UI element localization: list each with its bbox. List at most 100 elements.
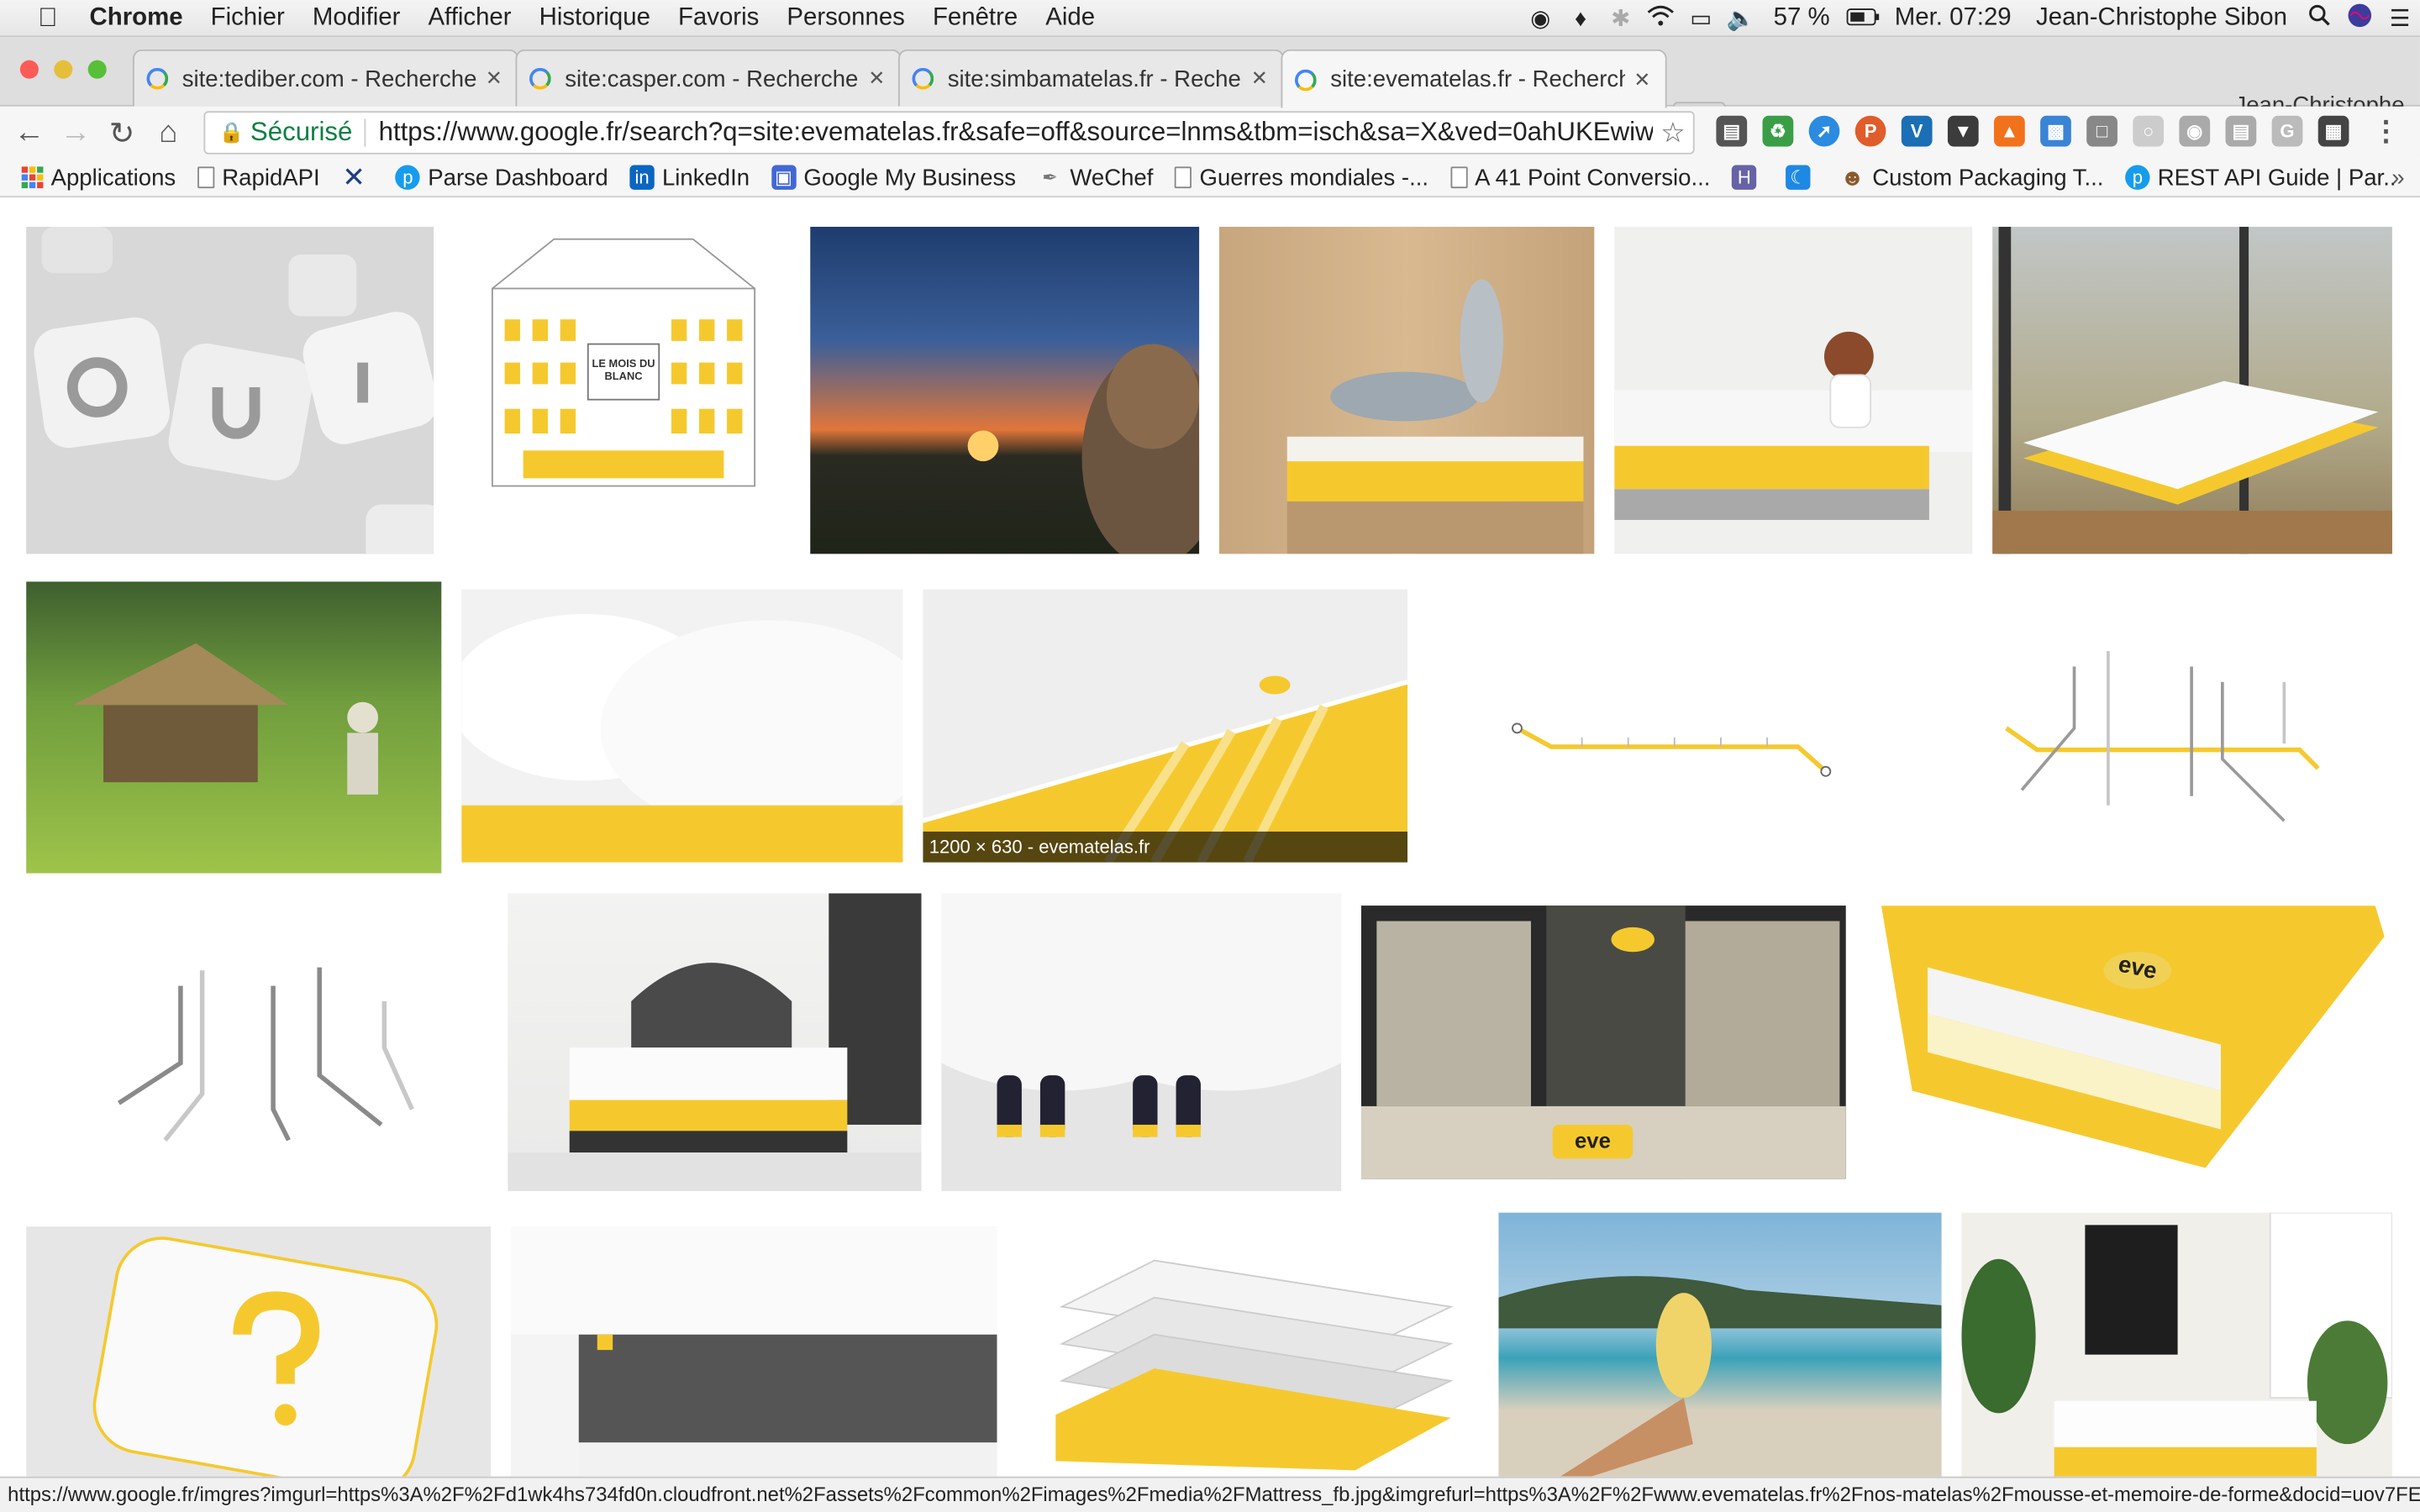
menu-fenetre[interactable]: Fenêtre	[933, 4, 1036, 32]
volume-icon[interactable]: 🔈	[1721, 5, 1761, 32]
image-result-metro-map[interactable]	[1913, 589, 2392, 863]
bookmark-star-icon[interactable]: ☆	[1653, 117, 1693, 150]
bookmark-label: Parse Dashboard	[428, 164, 608, 191]
bookmark-rapidapi[interactable]: RapidAPI	[197, 165, 320, 191]
image-result-rice-field[interactable]	[26, 581, 442, 874]
apple-menu-icon[interactable]: 	[0, 3, 96, 34]
image-result-metro-map-grey[interactable]	[26, 893, 487, 1191]
camera-extension-icon[interactable]: ◉	[2179, 115, 2211, 147]
bookmark-guerres-mondiales[interactable]: Guerres mondiales -...	[1175, 165, 1428, 191]
compass-extension-icon[interactable]: ➚	[1808, 115, 1840, 147]
menu-app-chrome[interactable]: Chrome	[90, 4, 202, 32]
bookmark-custom-packaging[interactable]: ☻ Custom Packaging T...	[1840, 165, 2104, 191]
image-result-bedroom-plants[interactable]	[1961, 1212, 2392, 1477]
image-result-mois-du-blanc[interactable]: LE MOIS DU BLANC	[461, 226, 786, 554]
bookmarks-bar: Applications RapidAPI ✕ p Parse Dashboar…	[0, 159, 2420, 198]
image-result-eve-store[interactable]: eve	[1360, 906, 1846, 1179]
bookmark-applications[interactable]: Applications	[21, 164, 176, 191]
g-extension-icon[interactable]: G	[2271, 115, 2303, 147]
gray-extension-icon[interactable]: □	[2086, 115, 2118, 147]
image-result-mattress-bedroom[interactable]	[508, 893, 922, 1191]
image-result-simple-line-map[interactable]	[1427, 589, 1891, 863]
close-tab-icon[interactable]: ✕	[1249, 66, 1270, 91]
bluetooth-icon[interactable]: ✱	[1601, 5, 1641, 32]
bookmark-parse-dashboard[interactable]: p Parse Dashboard	[395, 164, 608, 191]
pocket-extension-icon[interactable]: ▼	[1947, 115, 1979, 147]
circle-extension-icon[interactable]: ○	[2133, 115, 2165, 147]
bookmark-label: Custom Packaging T...	[1872, 164, 2104, 191]
clock[interactable]: Mer. 07:29	[1895, 5, 2012, 33]
more-bookmarks-chevron-icon[interactable]: »	[2391, 165, 2404, 192]
reader-extension-icon[interactable]: ▤	[1716, 115, 1748, 147]
close-window-button[interactable]	[19, 60, 39, 79]
reload-icon[interactable]: ↻	[99, 113, 145, 152]
film-extension-icon[interactable]: ▦	[2317, 115, 2349, 147]
image-result-people-falling[interactable]	[1218, 226, 1595, 554]
menu-fichier[interactable]: Fichier	[211, 4, 303, 32]
spotlight-search-icon[interactable]	[2300, 4, 2340, 33]
image-result-sunset[interactable]	[810, 226, 1200, 554]
home-icon[interactable]: ⌂	[145, 115, 192, 150]
bookmark-conversion[interactable]: A 41 Point Conversio...	[1449, 165, 1710, 191]
inbox-extension-icon[interactable]: ▤	[2225, 115, 2257, 147]
image-result-woman-on-bed[interactable]	[1614, 226, 1973, 554]
bookmark-blue[interactable]: ☾	[1786, 165, 1818, 190]
creative-cloud-icon[interactable]: ◉	[1520, 5, 1560, 32]
bookmark-google-my-business[interactable]: ▣ Google My Business	[771, 165, 1016, 191]
tab-tediber[interactable]: site:tediber.com - Recherche G ✕	[132, 49, 519, 107]
siri-icon[interactable]	[2339, 3, 2380, 34]
menu-favoris[interactable]: Favoris	[678, 4, 777, 32]
bookmark-linkedin[interactable]: in LinkedIn	[629, 165, 750, 191]
fox-extension-icon[interactable]: ▲	[1994, 115, 2025, 147]
tab-title: site:simbamatelas.fr - Recherc	[947, 66, 1243, 92]
user-name[interactable]: Jean-Christophe Sibon	[2036, 5, 2287, 33]
close-tab-icon[interactable]: ✕	[1631, 67, 1653, 92]
bookmark-rest-api-guide[interactable]: p REST API Guide | Par..	[2125, 165, 2396, 191]
recycle-extension-icon[interactable]: ♻	[1762, 115, 1794, 147]
image-result-pineapple-beach[interactable]	[1498, 1212, 1942, 1477]
image-result-mattress-layers-exploded[interactable]	[1046, 1245, 1456, 1477]
zoom-window-button[interactable]	[87, 60, 107, 79]
close-tab-icon[interactable]: ✕	[865, 66, 887, 91]
address-bar[interactable]: 🔒 Sécurisé https://www.google.fr/search?…	[203, 111, 1695, 155]
image-result-question-pillow[interactable]	[26, 1226, 492, 1477]
menu-historique[interactable]: Historique	[539, 4, 669, 32]
airplay-icon[interactable]: ▭	[1681, 5, 1721, 32]
close-tab-icon[interactable]: ✕	[483, 66, 505, 91]
chart-extension-icon[interactable]: ▩	[2040, 115, 2071, 147]
chrome-menu-icon[interactable]: ⋮	[2370, 115, 2402, 147]
bookmark-wechef[interactable]: ✒ WeChef	[1038, 165, 1153, 191]
image-result-pillow-duvet[interactable]	[461, 589, 903, 863]
tab-evematelas[interactable]: site:evematelas.fr - Recherche ✕	[1281, 49, 1667, 108]
image-result-mattress-edge[interactable]	[510, 1226, 997, 1477]
evernote-icon[interactable]: ♦	[1560, 5, 1601, 31]
bookmark-x[interactable]: ✕	[341, 161, 374, 192]
tab-simbamatelas[interactable]: site:simbamatelas.fr - Recherc ✕	[897, 49, 1285, 107]
v-extension-icon[interactable]: V	[1901, 115, 1933, 147]
google-favicon-icon	[912, 67, 934, 90]
menu-personnes[interactable]: Personnes	[786, 4, 923, 32]
menu-aide[interactable]: Aide	[1045, 4, 1113, 32]
p-extension-icon[interactable]: P	[1854, 115, 1886, 147]
tab-casper[interactable]: site:casper.com - Recherche G ✕	[515, 49, 902, 107]
menu-modifier[interactable]: Modifier	[313, 4, 419, 32]
bookmark-label: Applications	[50, 164, 176, 191]
wifi-icon[interactable]	[1641, 5, 1681, 33]
lock-icon[interactable]: 🔒	[219, 120, 245, 144]
image-result-mattress-dunes[interactable]	[1992, 226, 2392, 554]
image-result-mattress-sleeve[interactable]: 1200 × 630 - evematelas.fr	[923, 589, 1408, 863]
image-result-mattress-layers-corner[interactable]: eve	[1865, 906, 2392, 1179]
url-text[interactable]: https://www.google.fr/search?q=site:evem…	[379, 118, 1654, 149]
image-result-feet-duvet[interactable]	[941, 893, 1342, 1191]
bookmark-heroku[interactable]: H	[1732, 165, 1765, 190]
minimize-window-button[interactable]	[54, 60, 73, 79]
secure-label[interactable]: Sécurisé	[250, 118, 352, 149]
battery-icon[interactable]	[1842, 5, 1882, 31]
forward-arrow-icon[interactable]: →	[52, 115, 98, 150]
page-icon	[1449, 166, 1467, 189]
menu-afficher[interactable]: Afficher	[428, 4, 529, 32]
notification-center-icon[interactable]: ☰	[2380, 5, 2420, 32]
tab-title: site:casper.com - Recherche G	[565, 66, 860, 92]
back-arrow-icon[interactable]: ←	[6, 115, 52, 150]
image-result-oui-pillows[interactable]	[26, 226, 434, 554]
